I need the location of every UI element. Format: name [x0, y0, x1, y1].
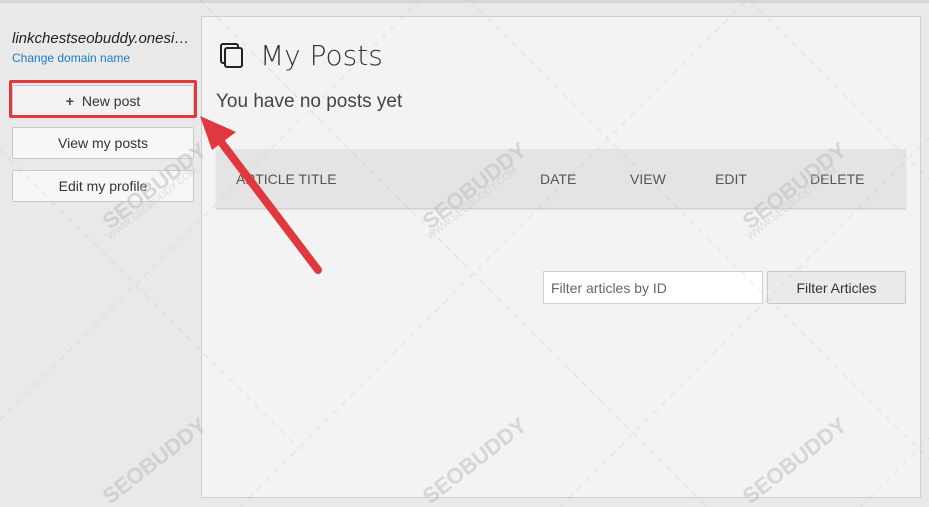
page-header: My Posts — [218, 37, 383, 73]
edit-my-profile-button[interactable]: Edit my profile — [12, 170, 194, 202]
view-my-posts-button[interactable]: View my posts — [12, 127, 194, 159]
column-date: DATE — [540, 171, 577, 187]
column-edit: EDIT — [715, 171, 747, 187]
column-article-title: ARTICLE TITLE — [236, 171, 337, 187]
empty-state-message: You have no posts yet — [216, 91, 403, 112]
posts-stack-icon — [220, 43, 243, 68]
page-title: My Posts — [260, 38, 383, 72]
sidebar: linkchestseobuddy.onesignal.com Change d… — [0, 3, 200, 507]
new-post-label: New post — [81, 93, 141, 109]
my-posts-panel: My Posts You have no posts yet ARTICLE T… — [201, 16, 921, 498]
posts-table-header: ARTICLE TITLE DATE VIEW EDIT DELETE — [216, 149, 906, 209]
new-post-button[interactable]: + New post — [12, 85, 194, 117]
column-view: VIEW — [630, 171, 666, 187]
view-my-posts-label: View my posts — [58, 135, 148, 151]
change-domain-link[interactable]: Change domain name — [12, 51, 130, 65]
domain-title: linkchestseobuddy.onesignal.com — [12, 30, 192, 47]
plus-icon: + — [65, 93, 74, 109]
column-delete: DELETE — [810, 171, 865, 187]
filter-articles-button[interactable]: Filter Articles — [767, 271, 906, 304]
edit-my-profile-label: Edit my profile — [58, 178, 148, 194]
filter-articles-input[interactable] — [543, 271, 763, 304]
